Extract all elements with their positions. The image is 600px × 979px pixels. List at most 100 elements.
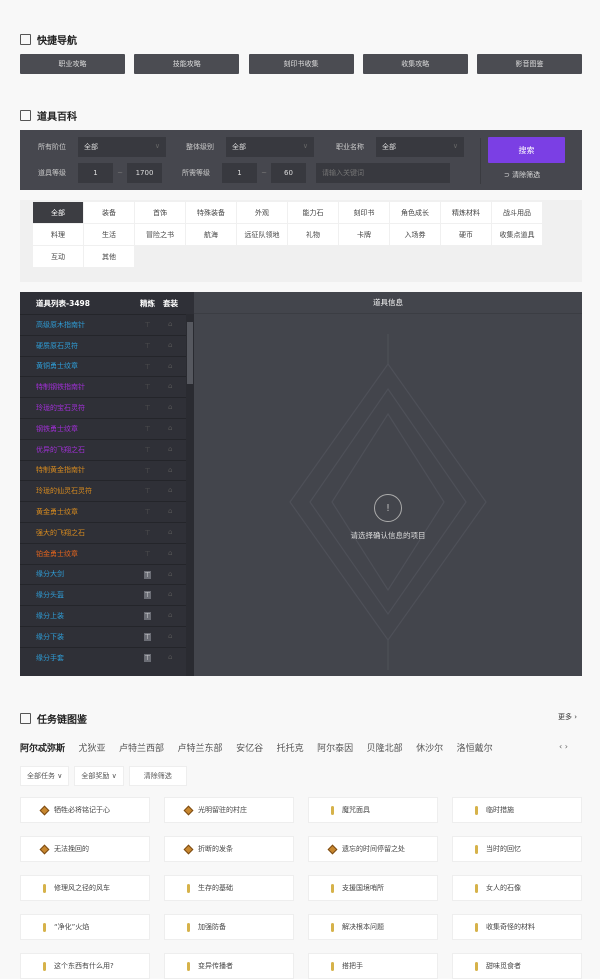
quest-card[interactable]: 支援国境哨所: [308, 875, 438, 901]
item-row[interactable]: 玲珑的仙灵石灵符 ⊤ ⌂: [20, 480, 186, 501]
region-tab[interactable]: 贝隆北部: [367, 741, 403, 754]
quest-card[interactable]: “净化”火焰: [20, 914, 150, 940]
quest-card[interactable]: 遗忘的时间停留之处: [308, 836, 438, 862]
tier-select[interactable]: 全部 ∨: [78, 137, 166, 157]
item-row[interactable]: 硬质原石灵符 ⊤ ⌂: [20, 334, 186, 356]
nav-button-class-guide[interactable]: 职业攻略: [20, 54, 125, 74]
quest-card[interactable]: 这个东西有什么用?: [20, 953, 150, 979]
region-tab[interactable]: 卢特兰西部: [119, 741, 164, 754]
quest-card[interactable]: 魔咒面具: [308, 797, 438, 823]
region-tab[interactable]: 洛恒戴尔: [457, 741, 493, 754]
nav-button-collection[interactable]: 收集攻略: [362, 54, 468, 74]
quest-card[interactable]: 加强防备: [164, 914, 294, 940]
search-button[interactable]: 搜索: [488, 137, 565, 163]
category-tab[interactable]: 冒险之书: [135, 224, 185, 245]
category-tab[interactable]: 全部: [33, 202, 83, 223]
key-icon: [43, 883, 46, 893]
quest-card[interactable]: 变异传播者: [164, 953, 294, 979]
item-row[interactable]: 缘分下装 ⊤ ⌂: [20, 625, 186, 647]
quest-card[interactable]: 修理风之径的风车: [20, 875, 150, 901]
quest-card[interactable]: 生存的基础: [164, 875, 294, 901]
tier-value: 全部: [84, 143, 98, 151]
category-tab[interactable]: 生活: [84, 224, 134, 245]
region-tab[interactable]: 阿尔泰因: [317, 741, 353, 754]
category-tab[interactable]: 首饰: [135, 202, 185, 223]
category-tab[interactable]: 远征队领地: [237, 224, 287, 245]
quest-card[interactable]: 临时措施: [452, 797, 582, 823]
region-tab[interactable]: 阿尔忒弥斯: [20, 741, 65, 754]
req-level-min-input[interactable]: 1: [222, 163, 257, 183]
scrollbar-thumb[interactable]: [187, 322, 193, 384]
item-row[interactable]: 玲珑的宝石灵符 ⊤ ⌂: [20, 397, 186, 418]
quest-card[interactable]: 当时的回忆: [452, 836, 582, 862]
quest-chain-icon: [39, 805, 50, 815]
region-tab[interactable]: 休沙尔: [416, 741, 443, 754]
item-row[interactable]: 特制黄金指南针 ⊤ ⌂: [20, 459, 186, 481]
category-tab[interactable]: 硬币: [441, 224, 491, 245]
quest-card[interactable]: 无法挽回的: [20, 836, 150, 862]
category-tab[interactable]: 入场券: [390, 224, 440, 245]
more-link[interactable]: 更多 ›: [558, 712, 577, 722]
quest-card[interactable]: 甜味觅食者: [452, 953, 582, 979]
region-tabs: 阿尔忒弥斯 尤狄亚 卢特兰西部 卢特兰东部 安亿谷 托托克 阿尔泰因 贝隆北部 休沙尔 洛恒戴尔: [20, 741, 506, 754]
item-level-min-input[interactable]: 1: [78, 163, 113, 183]
category-tab[interactable]: 特殊装备: [186, 202, 236, 223]
refine-icon: ⊤: [144, 653, 151, 662]
region-tab[interactable]: 安亿谷: [236, 741, 263, 754]
keyword-input[interactable]: [316, 163, 450, 183]
item-row[interactable]: 强大的飞翔之石 ⊤ ⌂: [20, 521, 186, 543]
item-row[interactable]: 优异的飞翔之石 ⊤ ⌂: [20, 438, 186, 460]
item-row[interactable]: 黄铜勇士纹章 ⊤ ⌂: [20, 355, 186, 377]
region-tab[interactable]: 托托克: [277, 741, 304, 754]
next-arrow-icon[interactable]: ›: [565, 742, 568, 751]
category-tab[interactable]: 料理: [33, 224, 83, 245]
refine-icon: ⊤: [144, 487, 151, 496]
category-tab[interactable]: 精炼材料: [441, 202, 491, 223]
quest-card[interactable]: 牺牲必将铭记于心: [20, 797, 150, 823]
quest-card[interactable]: 搭把手: [308, 953, 438, 979]
prev-arrow-icon[interactable]: ‹: [559, 742, 562, 751]
quest-clear-button[interactable]: 清除筛选: [128, 766, 187, 786]
category-tab[interactable]: 卡牌: [339, 224, 389, 245]
quest-card[interactable]: 解决根本问题: [308, 914, 438, 940]
category-tab[interactable]: 外观: [237, 202, 287, 223]
task-filter-select[interactable]: 全部任务 ∨: [20, 766, 70, 786]
item-row[interactable]: 缘分上装 ⊤ ⌂: [20, 605, 186, 626]
region-tab[interactable]: 卢特兰东部: [178, 741, 223, 754]
item-row[interactable]: 高级原木指南针 ⊤ ⌂: [20, 314, 186, 335]
req-level-max-input[interactable]: 60: [271, 163, 306, 183]
item-row[interactable]: 铂金勇士纹章 ⊤ ⌂: [20, 542, 186, 564]
item-row[interactable]: 特制钢铁指南针 ⊤ ⌂: [20, 376, 186, 397]
category-tab[interactable]: 其他: [84, 246, 134, 267]
category-tab[interactable]: 礼物: [288, 224, 338, 245]
category-tab[interactable]: 能力石: [288, 202, 338, 223]
category-tab[interactable]: 角色成长: [390, 202, 440, 223]
category-tab[interactable]: 互动: [33, 246, 83, 267]
item-row[interactable]: 缘分大剑 ⊤ ⌂: [20, 563, 186, 585]
region-tab[interactable]: 尤狄亚: [79, 741, 106, 754]
reward-filter-select[interactable]: 全部奖励 ∨: [74, 766, 124, 786]
quest-card[interactable]: 女人的石像: [452, 875, 582, 901]
item-row[interactable]: 缘分头盔 ⊤ ⌂: [20, 584, 186, 605]
category-tab[interactable]: 航海: [186, 224, 236, 245]
list-scrollbar[interactable]: [186, 314, 194, 676]
nav-button-skill-guide[interactable]: 技能攻略: [134, 54, 240, 74]
grade-select[interactable]: 全部 ∨: [226, 137, 314, 157]
category-tab[interactable]: 装备: [84, 202, 134, 223]
item-row[interactable]: 黄金勇士纹章 ⊤ ⌂: [20, 501, 186, 522]
nav-button-media[interactable]: 影音图鉴: [477, 54, 582, 74]
item-level-max-input[interactable]: 1700: [127, 163, 162, 183]
quest-card[interactable]: 光明留驻的村庄: [164, 797, 294, 823]
set-icon: ⌂: [168, 444, 173, 453]
quest-card[interactable]: 折断的发条: [164, 836, 294, 862]
quest-card[interactable]: 收集奇怪的材料: [452, 914, 582, 940]
item-row[interactable]: 缘分手套 ⊤ ⌂: [20, 646, 186, 668]
item-row[interactable]: 钢铁勇士纹章 ⊤ ⌂: [20, 417, 186, 439]
category-tab[interactable]: 战斗用品: [492, 202, 542, 223]
category-tab[interactable]: 刻印书: [339, 202, 389, 223]
quests-title-text: 任务链图鉴: [37, 715, 87, 726]
clear-filter-button[interactable]: ⊃ 清除筛选: [504, 170, 540, 180]
category-tab[interactable]: 收集点道具: [492, 224, 542, 245]
nav-button-engraving[interactable]: 刻印书收集: [248, 54, 354, 74]
class-select[interactable]: 全部 ∨: [376, 137, 464, 157]
